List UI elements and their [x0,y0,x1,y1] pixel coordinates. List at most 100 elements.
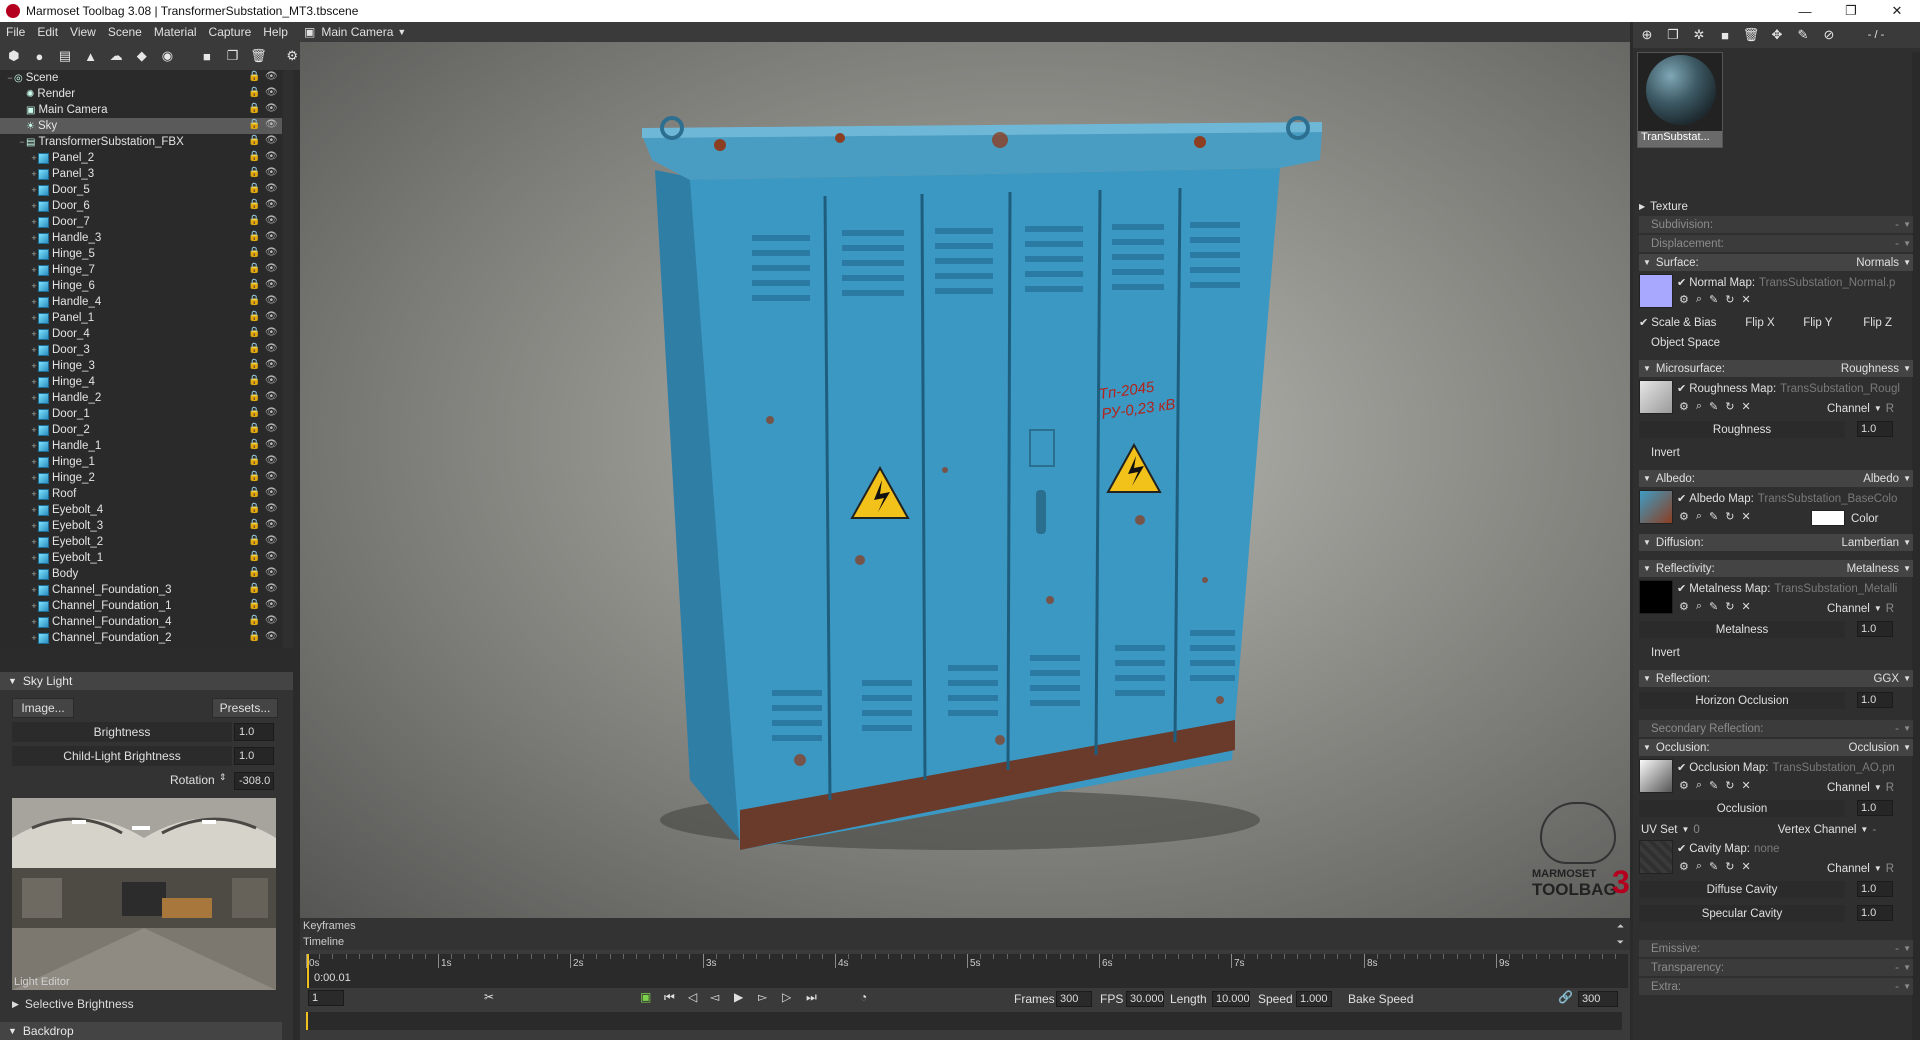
step-forward-icon[interactable]: ▻ [758,990,767,1004]
tree-expander-icon[interactable]: + [30,601,38,611]
lock-icon[interactable]: 🔒 [248,183,260,195]
timeline-scrub-track[interactable] [306,1012,1622,1030]
gear-icon[interactable]: ⚙ [1679,779,1689,792]
timeline-bar[interactable]: Timeline ⏷ [300,934,1630,950]
eyedropper-icon[interactable]: ✎ [1709,510,1718,523]
cavity-map-thumbnail[interactable] [1639,840,1673,874]
visibility-icon[interactable]: 👁 [265,503,278,515]
speed-field[interactable]: 1.000 [1296,991,1332,1007]
scene-tree-item[interactable]: + Eyebolt_1 🔒 👁 [0,550,282,566]
metalness-invert-row[interactable]: Invert [1639,644,1913,661]
albedo-map-thumbnail[interactable] [1639,490,1673,524]
visibility-icon[interactable]: 👁 [265,295,278,307]
visibility-icon[interactable]: 👁 [265,215,278,227]
tree-expander-icon[interactable]: − [6,73,14,83]
speed-dial-icon[interactable]: ◔ [860,990,867,1004]
search-icon[interactable]: ⌕ [1696,293,1702,306]
scene-tree-item[interactable]: + Panel_2 🔒 👁 [0,150,282,166]
tree-expander-icon[interactable]: + [30,201,38,211]
flip-z-label[interactable]: Flip Z [1863,317,1892,329]
visibility-icon[interactable]: 👁 [265,407,278,419]
scene-tree-item[interactable]: + Eyebolt_2 🔒 👁 [0,534,282,550]
length-field[interactable]: 10.000 [1212,991,1250,1007]
timeline-ruler[interactable]: 0:00.01 0s 1s 2s 3s 4s 5s 6s 7s 8s 9s [306,954,1628,988]
prev-key-icon[interactable]: ◁ [688,990,697,1004]
minimize-button[interactable]: — [1782,0,1828,22]
secondary-reflection-section[interactable]: Secondary Reflection: - ▼ [1639,720,1913,737]
checkbox-checked-icon[interactable]: ✔ [1639,316,1648,329]
image-button[interactable]: Image... [12,698,74,718]
skip-end-icon[interactable]: ⏭ [806,990,817,1005]
lock-icon[interactable]: 🔒 [248,151,260,163]
visibility-icon[interactable]: 👁 [265,391,278,403]
tree-expander-icon[interactable]: + [30,361,38,371]
occlusion-map-thumbnail[interactable] [1639,759,1673,793]
lock-icon[interactable]: 🔒 [248,231,260,243]
specular-cavity-field[interactable]: 1.0 [1857,905,1893,921]
tree-expander-icon[interactable]: + [30,505,38,515]
tree-expander-icon[interactable]: + [30,249,38,259]
lock-icon[interactable]: 🔒 [248,615,260,627]
backdrop-header[interactable]: ▼ Backdrop [0,1022,282,1040]
cavity-map-filename[interactable]: none [1754,843,1780,855]
eyedropper-icon[interactable]: ✎ [1709,860,1718,873]
occlusion-header[interactable]: ▼ Occlusion: Occlusion ▼ [1639,739,1913,756]
scene-tree-item[interactable]: + Hinge_2 🔒 👁 [0,470,282,486]
close-icon[interactable]: ✕ [1741,600,1750,613]
tree-expander-icon[interactable]: + [30,553,38,563]
bake-speed-button[interactable]: Bake Speed [1348,992,1413,1006]
visibility-icon[interactable]: 👁 [265,263,278,275]
scene-tree-item[interactable]: + Channel_Foundation_4 🔒 👁 [0,614,282,630]
displacement-section[interactable]: Displacement: - ▼ [1639,235,1913,252]
scale-bias-label[interactable]: Scale & Bias [1651,317,1745,329]
eyedropper-icon[interactable]: ✎ [1709,600,1718,613]
occlusion-value-field[interactable]: 1.0 [1857,800,1893,816]
gear-icon[interactable]: ⚙ [1679,400,1689,413]
clear-icon[interactable]: ⊘ [1821,27,1837,43]
lock-icon[interactable]: 🔒 [248,487,260,499]
search-icon[interactable]: ⌕ [1696,860,1702,873]
fps-field[interactable]: 30.000 [1126,991,1164,1007]
roughness-map-filename[interactable]: TransSubstation_Rougl [1780,383,1900,395]
visibility-icon[interactable]: 👁 [265,551,278,563]
tree-expander-icon[interactable]: + [30,457,38,467]
visibility-icon[interactable]: 👁 [265,343,278,355]
visibility-icon[interactable]: 👁 [265,279,278,291]
reflectivity-header[interactable]: ▼ Reflectivity: Metalness ▼ [1639,560,1913,577]
reload-icon[interactable]: ↻ [1725,510,1734,523]
occlusion-slider[interactable]: Occlusion [1639,800,1845,817]
normal-map-thumbnail[interactable] [1639,274,1673,308]
close-icon[interactable]: ✕ [1741,293,1750,306]
viewport[interactable]: Tп-2045 РУ-0,23 кВ MARMOSET TOOLBAG 3 [300,42,1630,922]
occlusion-channel-row[interactable]: Channel ▼ R [1807,779,1913,796]
menu-edit[interactable]: Edit [31,25,64,39]
chevron-down-icon[interactable]: ▼ [1860,825,1868,834]
duplicate-material-icon[interactable]: ❐ [1665,27,1681,43]
specular-cavity-slider[interactable]: Specular Cavity [1639,905,1845,922]
tree-expander-icon[interactable]: + [30,265,38,275]
add-turntable-icon[interactable]: ◆ [134,48,150,64]
tree-expander-icon[interactable]: + [30,377,38,387]
visibility-icon[interactable]: 👁 [265,567,278,579]
close-icon[interactable]: ✕ [1741,400,1750,413]
link-icon[interactable]: 🔗 [1558,990,1573,1004]
scene-tree-item[interactable]: + Hinge_1 🔒 👁 [0,454,282,470]
lock-icon[interactable]: 🔒 [248,391,260,403]
brightness-field[interactable]: 1.0 [234,723,274,741]
microsurface-header[interactable]: ▼ Microsurface: Roughness ▼ [1639,360,1913,377]
scene-tree-item[interactable]: + Panel_1 🔒 👁 [0,310,282,326]
add-shadow-catcher-icon[interactable]: ▲ [83,48,99,64]
play-icon[interactable]: ▶ [734,990,743,1004]
rotation-field[interactable]: -308.0 [234,772,274,790]
close-icon[interactable]: ✕ [1741,860,1750,873]
visibility-icon[interactable]: 👁 [265,311,278,323]
scene-tree-item[interactable]: + Door_3 🔒 👁 [0,342,282,358]
visibility-icon[interactable]: 👁 [265,231,278,243]
close-icon[interactable]: ✕ [1741,779,1750,792]
tree-expander-icon[interactable]: + [30,489,38,499]
lock-icon[interactable]: 🔒 [248,199,260,211]
visibility-icon[interactable]: 👁 [265,119,278,131]
child-light-brightness-slider[interactable]: Child-Light Brightness [12,746,232,766]
scene-tree-item[interactable]: + Door_6 🔒 👁 [0,198,282,214]
scene-tree-item[interactable]: + Door_7 🔒 👁 [0,214,282,230]
